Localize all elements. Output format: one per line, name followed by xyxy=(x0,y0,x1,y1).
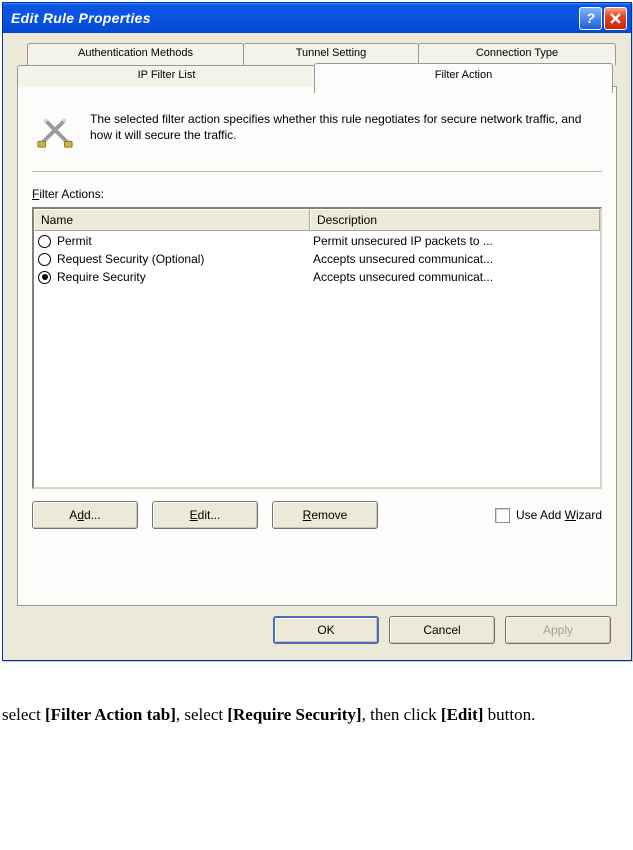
cancel-button[interactable]: Cancel xyxy=(389,616,495,644)
filter-actions-list[interactable]: Name Description Permit Permit unsecured… xyxy=(32,207,602,489)
dialog-title: Edit Rule Properties xyxy=(11,10,577,26)
close-icon xyxy=(610,13,621,24)
ok-button[interactable]: OK xyxy=(273,616,379,644)
filter-actions-label: Filter Actions: xyxy=(32,187,602,201)
list-header: Name Description xyxy=(34,209,600,231)
tabs-row-bottom: IP Filter List Filter Action xyxy=(17,65,617,87)
divider xyxy=(32,171,602,173)
row-description: Accepts unsecured communicat... xyxy=(313,270,596,284)
apply-button[interactable]: Apply xyxy=(505,616,611,644)
list-body: Permit Permit unsecured IP packets to ..… xyxy=(34,231,600,286)
use-add-wizard-label: Use Add Wizard xyxy=(516,508,602,522)
remove-button[interactable]: Remove xyxy=(272,501,378,529)
titlebar[interactable]: Edit Rule Properties ? xyxy=(3,3,631,33)
tab-ip-filter-list[interactable]: IP Filter List xyxy=(17,65,316,87)
edit-button[interactable]: Edit... xyxy=(152,501,258,529)
edit-rule-properties-dialog: Edit Rule Properties ? Authentication Me… xyxy=(2,2,632,661)
list-item-require-security[interactable]: Require Security Accepts unsecured commu… xyxy=(34,268,600,286)
row-description: Accepts unsecured communicat... xyxy=(313,252,596,266)
checkbox-icon xyxy=(495,508,510,523)
tab-filter-action[interactable]: Filter Action xyxy=(314,63,613,93)
tab-connection-type[interactable]: Connection Type xyxy=(418,43,616,65)
row-name: Request Security (Optional) xyxy=(57,252,313,266)
dialog-button-row: OK Cancel Apply xyxy=(17,606,617,648)
column-header-name[interactable]: Name xyxy=(34,209,310,231)
help-button[interactable]: ? xyxy=(579,7,602,30)
add-button[interactable]: Add... xyxy=(32,501,138,529)
row-name: Permit xyxy=(57,234,313,248)
column-header-description[interactable]: Description xyxy=(310,209,600,231)
list-item-request-security[interactable]: Request Security (Optional) Accepts unse… xyxy=(34,250,600,268)
row-name: Require Security xyxy=(57,270,313,284)
panel-description: The selected filter action specifies whe… xyxy=(90,111,598,143)
row-description: Permit unsecured IP packets to ... xyxy=(313,234,596,248)
list-item-permit[interactable]: Permit Permit unsecured IP packets to ..… xyxy=(34,232,600,250)
tab-tunnel-setting[interactable]: Tunnel Setting xyxy=(243,43,419,65)
radio-icon xyxy=(38,235,51,248)
dialog-body: Authentication Methods Tunnel Setting Co… xyxy=(3,33,631,660)
radio-icon xyxy=(38,253,51,266)
crossed-swords-icon xyxy=(36,111,74,149)
tabs-row-top: Authentication Methods Tunnel Setting Co… xyxy=(27,43,617,65)
list-action-row: Add... Edit... Remove Use Add Wizard xyxy=(32,501,602,529)
tab-panel-filter-action: The selected filter action specifies whe… xyxy=(17,86,617,606)
radio-icon xyxy=(38,271,51,284)
instruction-text: select [Filter Action tab], select [Requ… xyxy=(0,661,626,750)
tab-authentication-methods[interactable]: Authentication Methods xyxy=(27,43,244,65)
use-add-wizard-checkbox[interactable]: Use Add Wizard xyxy=(495,508,602,523)
close-button[interactable] xyxy=(604,7,627,30)
